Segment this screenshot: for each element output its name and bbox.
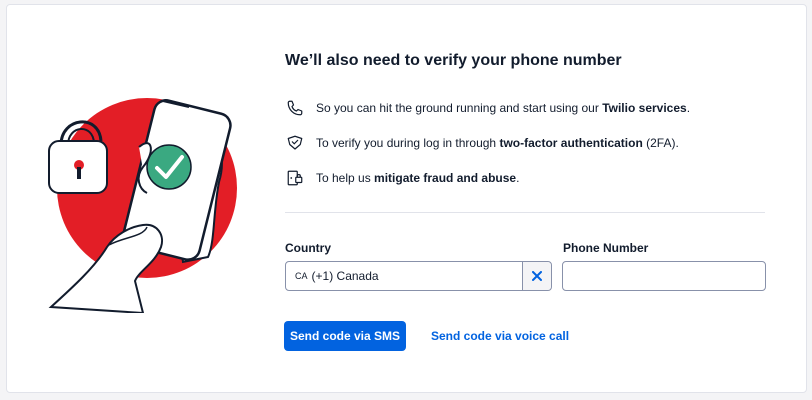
send-sms-button[interactable]: Send code via SMS: [284, 321, 406, 351]
benefit-emphasis: two-factor authentication: [499, 136, 643, 150]
benefit-text: To verify you during log in through: [316, 136, 500, 150]
benefit-text: To help us: [316, 171, 375, 185]
benefit-item: So you can hit the ground running and st…: [285, 98, 690, 118]
country-label: Country: [285, 241, 331, 255]
page-title: We’ll also need to verify your phone num…: [285, 52, 622, 69]
phone-number-input[interactable]: [562, 261, 766, 291]
verify-phone-card: We’ll also need to verify your phone num…: [6, 4, 807, 393]
section-divider: [285, 212, 765, 213]
check-circle-icon: [146, 144, 192, 190]
phone-number-label: Phone Number: [563, 241, 649, 255]
benefit-emphasis: Twilio services: [602, 101, 687, 115]
clear-icon[interactable]: [522, 262, 551, 290]
send-voice-call-link[interactable]: Send code via voice call: [431, 329, 569, 343]
door-lock-icon: [285, 168, 305, 188]
benefit-emphasis: mitigate fraud and abuse: [374, 171, 517, 185]
benefit-text-end: (2FA).: [642, 136, 679, 150]
phone-verification-illustration: [48, 98, 237, 313]
country-select[interactable]: CA (+1) Canada: [285, 261, 552, 291]
phone-icon: [285, 98, 305, 118]
benefit-item: To verify you during log in through two-…: [285, 133, 679, 153]
benefit-item: To help us mitigate fraud and abuse.: [285, 168, 519, 188]
benefit-text: So you can hit the ground running and st…: [316, 101, 603, 115]
country-select-value: (+1) Canada: [311, 269, 379, 283]
benefit-text-end: .: [686, 101, 691, 115]
benefit-text-end: .: [516, 171, 520, 185]
shield-check-icon: [285, 133, 305, 153]
country-code-badge: CA: [295, 271, 308, 281]
